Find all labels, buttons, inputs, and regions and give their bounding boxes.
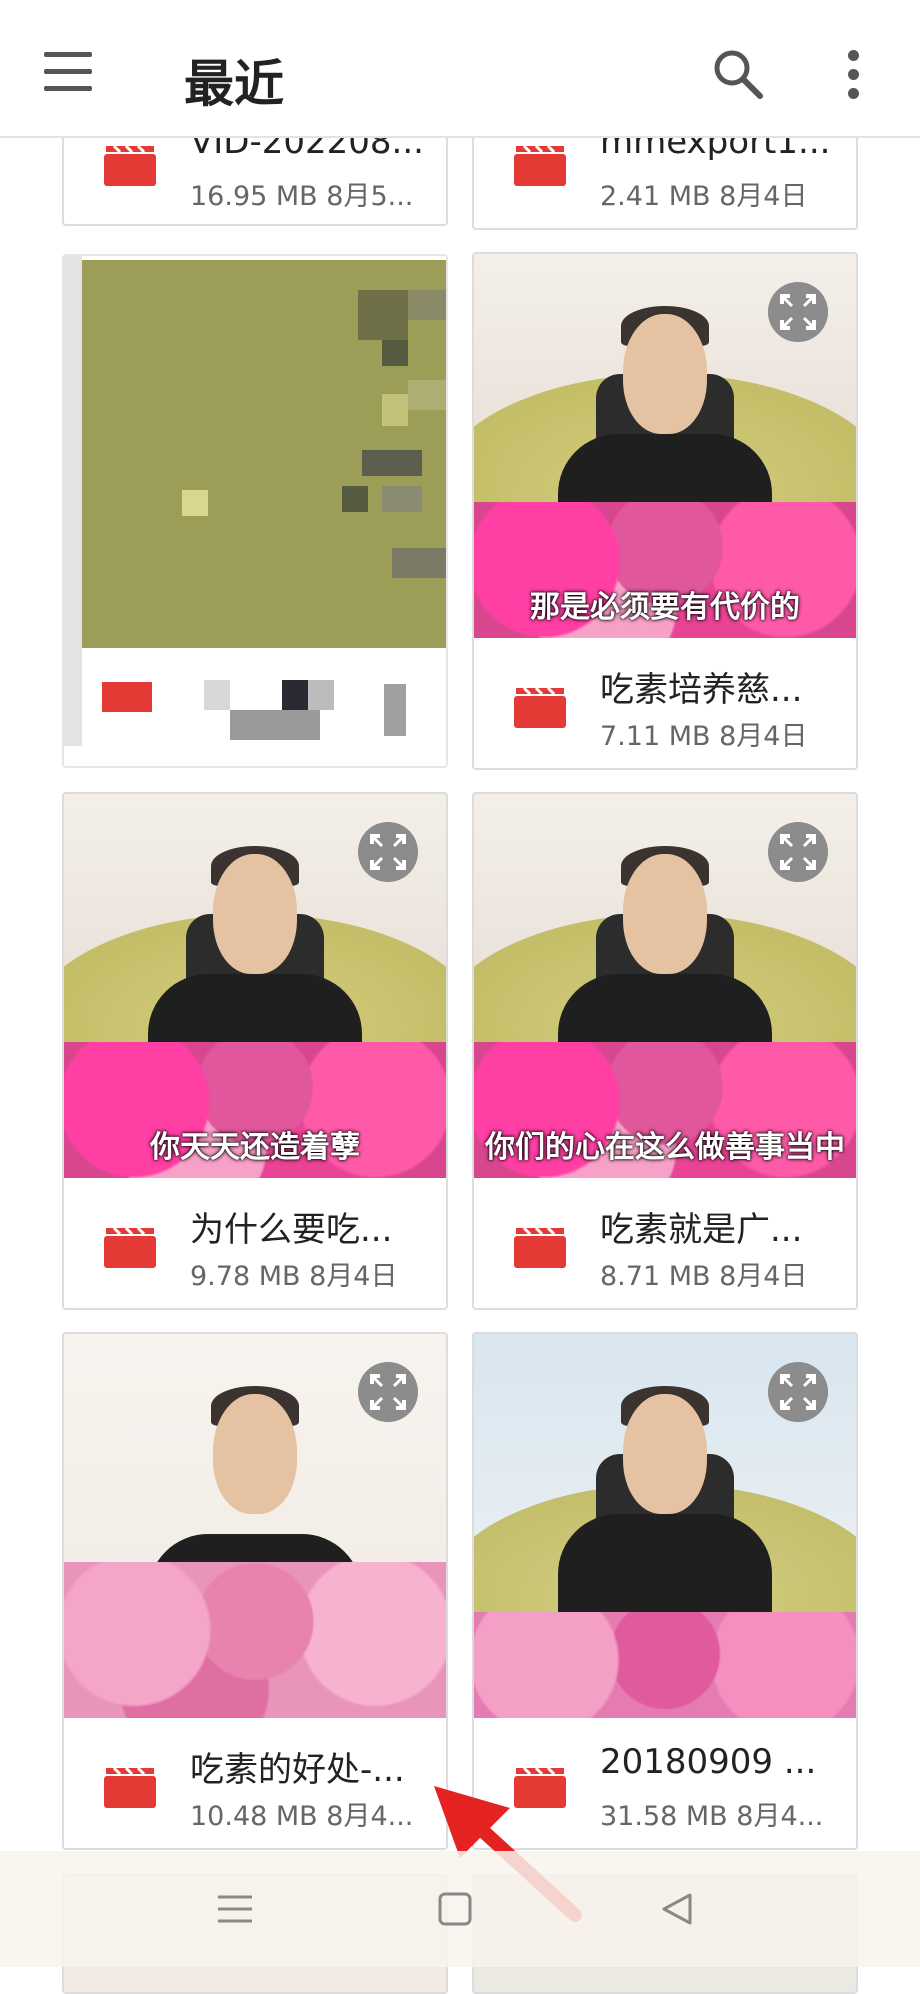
nav-home-icon[interactable]	[430, 1889, 480, 1929]
thumbnail-subtitle: 你们的心在这么做善事当中	[485, 1130, 845, 1165]
file-card[interactable]: 你天天还造着孽 为什么要吃... 9.78 MB 8月4日	[62, 792, 448, 1310]
expand-icon[interactable]	[768, 282, 828, 342]
file-caption: 为什么要吃... 9.78 MB 8月4日	[64, 1178, 446, 1308]
system-nav-bar	[0, 1851, 920, 1967]
more-vert-icon[interactable]	[838, 50, 868, 102]
file-name: 吃素培养慈...	[600, 670, 803, 710]
file-meta: 2.41 MB 8月4日	[600, 181, 808, 212]
top-app-bar: 最近	[0, 0, 920, 138]
file-card[interactable]: 你们的心在这么做善事当中 吃素就是广... 8.71 MB 8月4日	[472, 792, 858, 1310]
file-name: 吃素的好处-...	[190, 1750, 405, 1790]
file-name: 为什么要吃...	[190, 1210, 393, 1250]
nav-menu-icon[interactable]	[210, 1889, 260, 1929]
page-title: 最近	[184, 55, 284, 113]
file-name: 吃素就是广...	[600, 1210, 803, 1250]
file-card[interactable]: 20180909 ... 31.58 MB 8月4...	[472, 1332, 858, 1850]
thumbnail-subtitle: 你天天还造着孽	[150, 1130, 360, 1165]
expand-icon[interactable]	[768, 1362, 828, 1422]
video-file-icon	[104, 1226, 156, 1268]
expand-icon[interactable]	[358, 1362, 418, 1422]
video-file-icon	[514, 1226, 566, 1268]
video-file-icon	[514, 686, 566, 728]
expand-icon[interactable]	[358, 822, 418, 882]
search-icon[interactable]	[708, 44, 768, 104]
file-caption: 吃素培养慈... 7.11 MB 8月4日	[474, 638, 856, 768]
file-card[interactable]: 那是必须要有代价的 吃素培养慈... 7.11 MB 8月4日	[472, 252, 858, 770]
file-meta: 10.48 MB 8月4...	[190, 1801, 414, 1832]
video-file-icon	[514, 144, 566, 186]
file-meta: 31.58 MB 8月4...	[600, 1801, 824, 1832]
file-meta: 8.71 MB 8月4日	[600, 1261, 808, 1292]
thumbnail-subtitle: 那是必须要有代价的	[530, 590, 800, 625]
file-meta: 9.78 MB 8月4日	[190, 1261, 398, 1292]
file-caption: 吃素就是广... 8.71 MB 8月4日	[474, 1178, 856, 1308]
file-card[interactable]: 吃素的好处-... 10.48 MB 8月4...	[62, 1332, 448, 1850]
video-file-icon	[104, 1766, 156, 1808]
file-caption: 吃素的好处-... 10.48 MB 8月4...	[64, 1718, 446, 1848]
file-card-obscured[interactable]	[62, 254, 448, 768]
file-meta: 16.95 MB 8月5...	[190, 181, 414, 212]
video-file-icon	[104, 144, 156, 186]
expand-icon[interactable]	[768, 822, 828, 882]
file-meta: 7.11 MB 8月4日	[600, 721, 808, 752]
menu-icon[interactable]	[44, 52, 100, 96]
nav-back-icon[interactable]	[652, 1889, 702, 1929]
file-name: 20180909 ...	[600, 1742, 817, 1782]
